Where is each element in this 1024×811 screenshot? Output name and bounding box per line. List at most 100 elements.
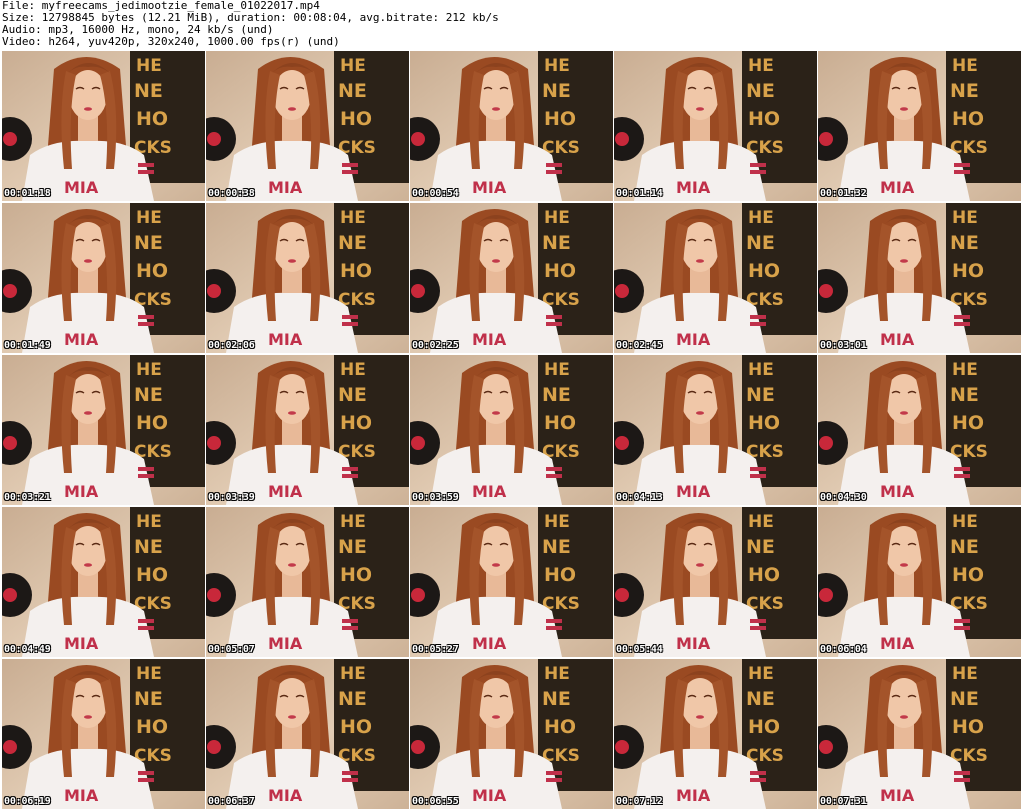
svg-text:NE: NE <box>746 80 775 102</box>
svg-text:NE: NE <box>950 688 979 710</box>
frame-timestamp: 00:04:13 <box>616 492 663 503</box>
svg-text:HO: HO <box>340 108 372 130</box>
frame-image: HE NE HO CKS MIA <box>206 203 409 353</box>
svg-text:HE: HE <box>748 360 774 380</box>
frame-image: HE NE HO CKS MIA <box>410 659 613 809</box>
svg-text:HE: HE <box>340 664 366 684</box>
svg-text:HO: HO <box>340 564 372 586</box>
frame-timestamp: 00:03:01 <box>820 340 867 351</box>
frame-image: HE NE HO CKS MIA <box>206 507 409 657</box>
svg-text:HO: HO <box>136 412 168 434</box>
frame-timestamp: 00:07:12 <box>616 796 663 807</box>
svg-text:MIA: MIA <box>880 634 915 653</box>
frame-timestamp: 00:01:18 <box>4 188 51 199</box>
svg-text:HO: HO <box>748 564 780 586</box>
svg-text:MIA: MIA <box>268 786 303 805</box>
frame-image: HE NE HO CKS MIA <box>818 659 1021 809</box>
file-info-header: File: myfreecams_jedimootzie_female_0102… <box>2 0 1022 48</box>
svg-text:MIA: MIA <box>64 482 99 501</box>
svg-text:HO: HO <box>340 260 372 282</box>
svg-text:NE: NE <box>746 384 775 406</box>
svg-text:MIA: MIA <box>676 178 711 197</box>
svg-text:MIA: MIA <box>64 330 99 349</box>
frame-timestamp: 00:06:19 <box>4 796 51 807</box>
svg-text:HE: HE <box>340 208 366 228</box>
svg-text:NE: NE <box>950 232 979 254</box>
video-frame-thumbnail: HE NE HO CKS MIA 00:06:19 <box>2 659 205 809</box>
video-frame-thumbnail: HE NE HO CKS MIA 00:00:38 <box>206 51 409 201</box>
video-frame-thumbnail: HE NE HO CKS MIA 00:03:39 <box>206 355 409 505</box>
svg-text:HO: HO <box>340 412 372 434</box>
svg-text:HE: HE <box>544 56 570 76</box>
frame-image: HE NE HO CKS MIA <box>614 203 817 353</box>
svg-text:HE: HE <box>952 360 978 380</box>
frame-timestamp: 00:03:21 <box>4 492 51 503</box>
video-frame-thumbnail: HE NE HO CKS MIA 00:05:27 <box>410 507 613 657</box>
svg-text:HO: HO <box>544 564 576 586</box>
frame-image: HE NE HO CKS MIA <box>614 51 817 201</box>
frame-timestamp: 00:04:49 <box>4 644 51 655</box>
svg-text:HO: HO <box>136 716 168 738</box>
svg-text:HO: HO <box>544 412 576 434</box>
svg-text:NE: NE <box>542 232 571 254</box>
svg-text:HE: HE <box>748 664 774 684</box>
svg-text:MIA: MIA <box>880 482 915 501</box>
frame-timestamp: 00:06:55 <box>412 796 459 807</box>
svg-text:HO: HO <box>544 108 576 130</box>
frame-timestamp: 00:02:25 <box>412 340 459 351</box>
svg-text:MIA: MIA <box>472 482 507 501</box>
svg-text:MIA: MIA <box>64 178 99 197</box>
video-frame-thumbnail: HE NE HO CKS MIA 00:01:32 <box>818 51 1021 201</box>
frame-image: HE NE HO CKS MIA <box>410 355 613 505</box>
svg-text:HE: HE <box>136 664 162 684</box>
audio-info-line: Audio: mp3, 16000 Hz, mono, 24 kb/s (und… <box>2 24 274 36</box>
frame-image: HE NE HO CKS MIA <box>206 355 409 505</box>
frame-timestamp: 00:02:45 <box>616 340 663 351</box>
frame-timestamp: 00:00:54 <box>412 188 459 199</box>
svg-text:HO: HO <box>340 716 372 738</box>
svg-text:HE: HE <box>136 208 162 228</box>
file-size-line: Size: 12798845 bytes (12.21 MiB), durati… <box>2 12 499 24</box>
svg-text:NE: NE <box>338 232 367 254</box>
svg-text:MIA: MIA <box>676 786 711 805</box>
video-frame-thumbnail: HE NE HO CKS MIA 00:03:21 <box>2 355 205 505</box>
svg-text:HE: HE <box>136 512 162 532</box>
video-frame-thumbnail: HE NE HO CKS MIA 00:00:54 <box>410 51 613 201</box>
video-frame-thumbnail: HE NE HO CKS MIA 00:04:13 <box>614 355 817 505</box>
frame-image: HE NE HO CKS MIA <box>2 659 205 809</box>
frame-image: HE NE HO CKS MIA <box>2 355 205 505</box>
frame-timestamp: 00:03:59 <box>412 492 459 503</box>
svg-text:NE: NE <box>542 688 571 710</box>
svg-text:MIA: MIA <box>676 482 711 501</box>
svg-text:HO: HO <box>748 108 780 130</box>
svg-text:HO: HO <box>136 260 168 282</box>
svg-text:HE: HE <box>340 512 366 532</box>
svg-text:MIA: MIA <box>676 634 711 653</box>
svg-text:NE: NE <box>134 536 163 558</box>
video-frame-thumbnail: HE NE HO CKS MIA 00:02:25 <box>410 203 613 353</box>
video-frame-thumbnail: HE NE HO CKS MIA 00:01:18 <box>2 51 205 201</box>
svg-text:HE: HE <box>340 360 366 380</box>
svg-text:HO: HO <box>952 260 984 282</box>
frame-timestamp: 00:05:07 <box>208 644 255 655</box>
video-frame-thumbnail: HE NE HO CKS MIA 00:04:30 <box>818 355 1021 505</box>
svg-text:NE: NE <box>338 688 367 710</box>
svg-text:MIA: MIA <box>268 178 303 197</box>
frame-image: HE NE HO CKS MIA <box>410 51 613 201</box>
svg-text:HO: HO <box>952 716 984 738</box>
svg-text:HE: HE <box>544 208 570 228</box>
video-frame-thumbnail: HE NE HO CKS MIA 00:05:07 <box>206 507 409 657</box>
video-frame-thumbnail: HE NE HO CKS MIA 00:07:31 <box>818 659 1021 809</box>
frame-image: HE NE HO CKS MIA <box>206 659 409 809</box>
svg-text:NE: NE <box>338 384 367 406</box>
video-frame-thumbnail: HE NE HO CKS MIA 00:03:59 <box>410 355 613 505</box>
svg-text:MIA: MIA <box>64 634 99 653</box>
svg-text:NE: NE <box>746 688 775 710</box>
svg-text:HO: HO <box>952 108 984 130</box>
frame-image: HE NE HO CKS MIA <box>410 203 613 353</box>
frame-timestamp: 00:07:31 <box>820 796 867 807</box>
frame-timestamp: 00:05:44 <box>616 644 663 655</box>
svg-text:NE: NE <box>542 384 571 406</box>
svg-text:NE: NE <box>746 536 775 558</box>
frame-image: HE NE HO CKS MIA <box>818 355 1021 505</box>
